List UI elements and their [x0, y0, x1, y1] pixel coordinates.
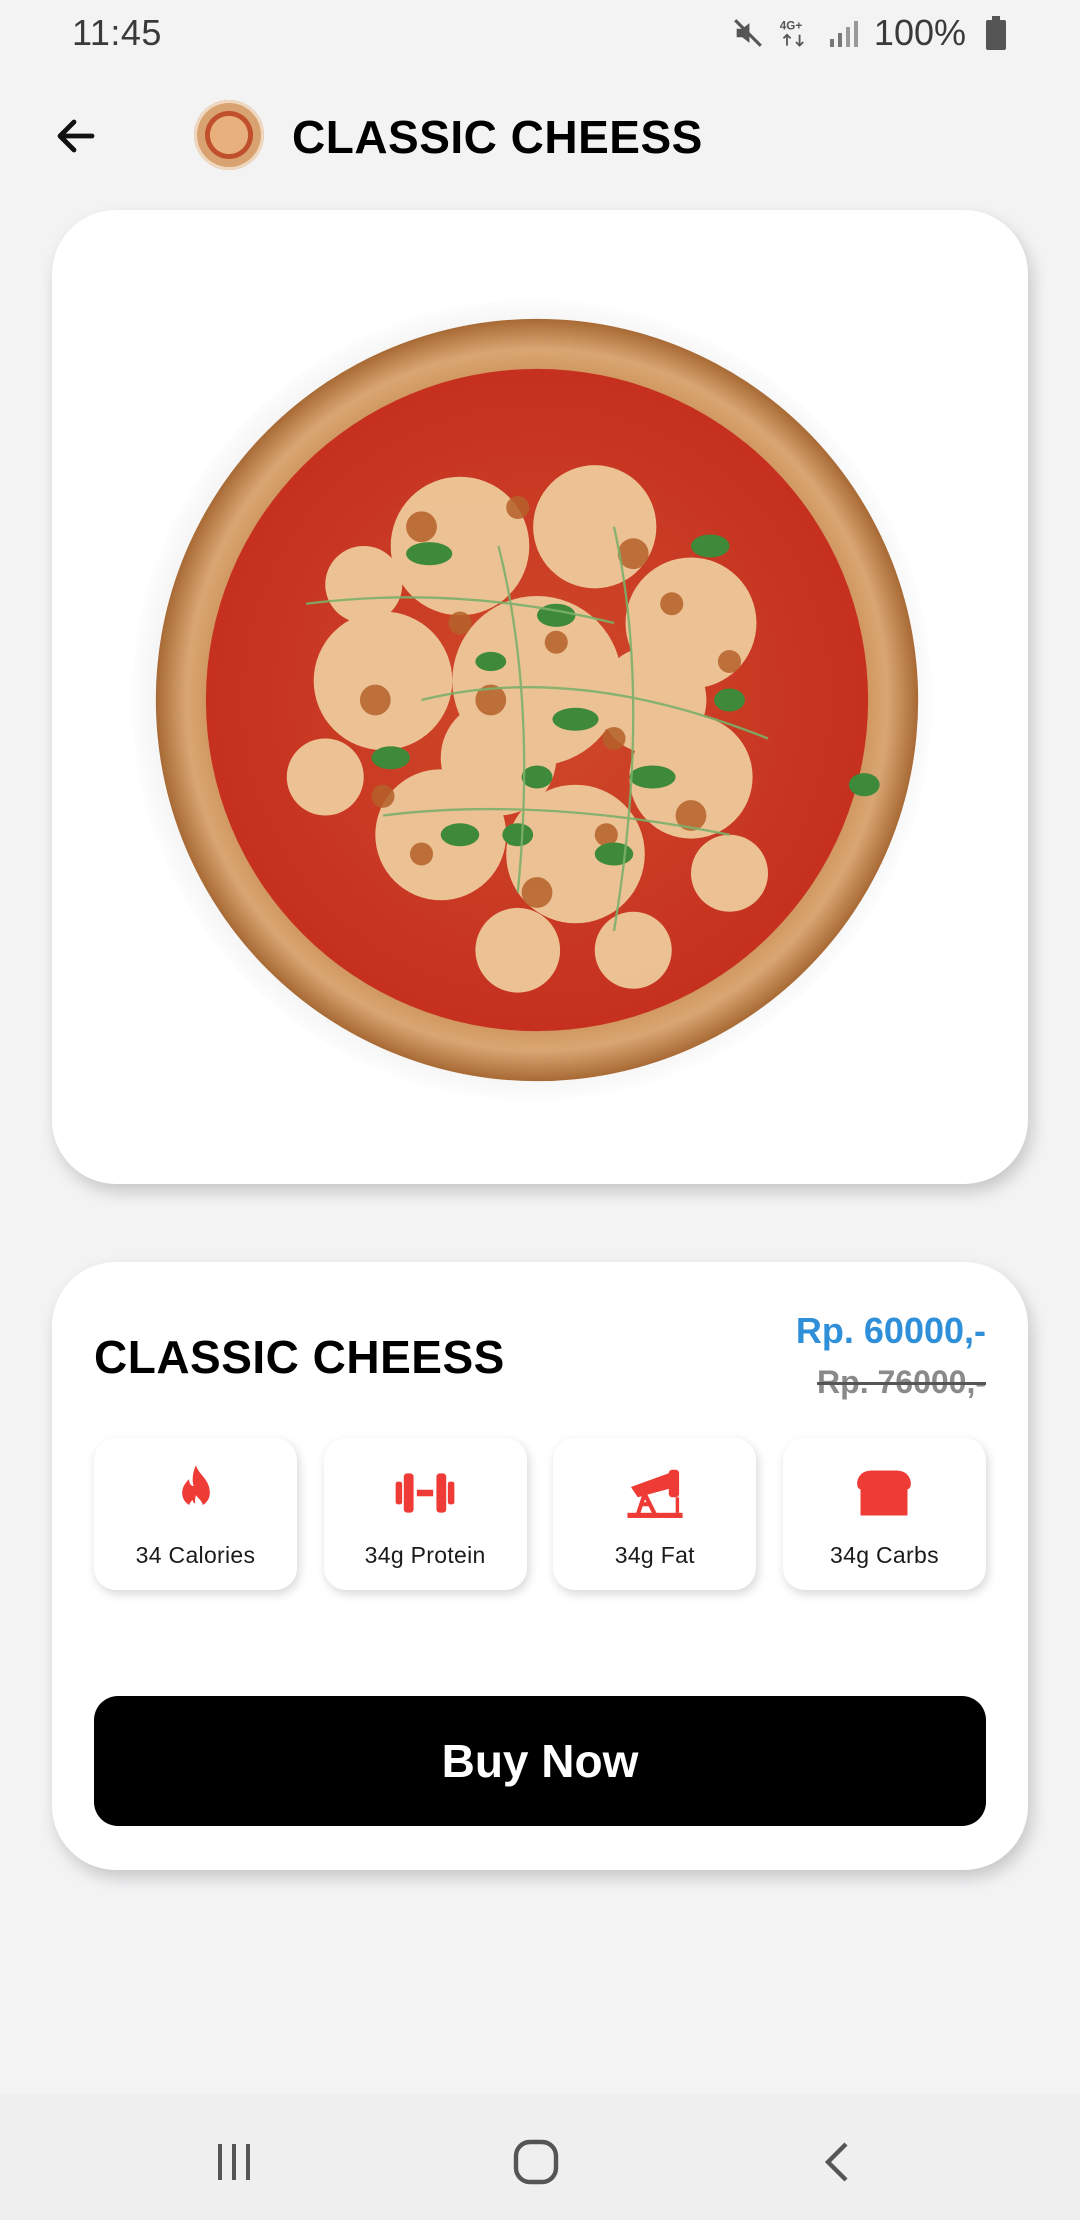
pizza-thumbnail	[194, 100, 264, 170]
system-back-button[interactable]	[808, 2132, 868, 2192]
arrow-back-icon	[57, 119, 95, 153]
product-image-card	[52, 210, 1028, 1184]
pizza-image	[155, 318, 919, 1082]
product-old-price: Rp. 76000,-	[817, 1364, 986, 1400]
mute-icon	[730, 15, 766, 51]
network-4g-icon: 4G+	[778, 15, 814, 51]
nutrition-label: 34g Protein	[364, 1542, 486, 1568]
system-nav-bar	[0, 2094, 1080, 2220]
product-detail-card: CLASSIC CHEESS Rp. 60000,- Rp. 76000,- 3…	[52, 1262, 1028, 1870]
page-title: CLASSIC CHEESS	[292, 111, 703, 163]
nutrition-label: 34 Calories	[135, 1542, 256, 1568]
bread-icon	[853, 1462, 915, 1524]
app-bar: CLASSIC CHEESS	[0, 90, 1080, 182]
status-bar: 11:45 4G+ 100%	[0, 0, 1080, 66]
flame-icon	[165, 1462, 227, 1524]
oil-pump-icon	[624, 1462, 686, 1524]
buy-now-button[interactable]: Buy Now	[94, 1696, 986, 1826]
nutrition-row: 34 Calories 34g Protein 34g Fat 34g Carb…	[94, 1438, 986, 1590]
nutrition-carbs: 34g Carbs	[782, 1438, 986, 1590]
home-icon	[513, 2139, 559, 2185]
nutrition-label: 34g Carbs	[830, 1542, 939, 1568]
product-price: Rp. 60000,-	[795, 1310, 986, 1351]
recent-apps-icon	[218, 2144, 250, 2180]
nutrition-fat: 34g Fat	[553, 1438, 757, 1590]
network-label: 4G+	[780, 19, 803, 32]
recent-apps-button[interactable]	[204, 2132, 264, 2192]
product-name: CLASSIC CHEESS	[94, 1331, 505, 1383]
battery-icon	[978, 15, 1014, 51]
nutrition-protein: 34g Protein	[323, 1438, 527, 1590]
battery-percent: 100%	[873, 12, 966, 53]
nutrition-label: 34g Fat	[614, 1542, 695, 1568]
status-time: 11:45	[72, 12, 162, 53]
back-button[interactable]	[44, 104, 108, 168]
dumbbell-icon	[394, 1462, 456, 1524]
home-button[interactable]	[506, 2132, 566, 2192]
chevron-left-icon	[824, 2142, 848, 2182]
status-icons: 4G+ 100%	[730, 12, 1014, 54]
signal-icon	[826, 15, 862, 51]
nutrition-calories: 34 Calories	[94, 1438, 297, 1590]
